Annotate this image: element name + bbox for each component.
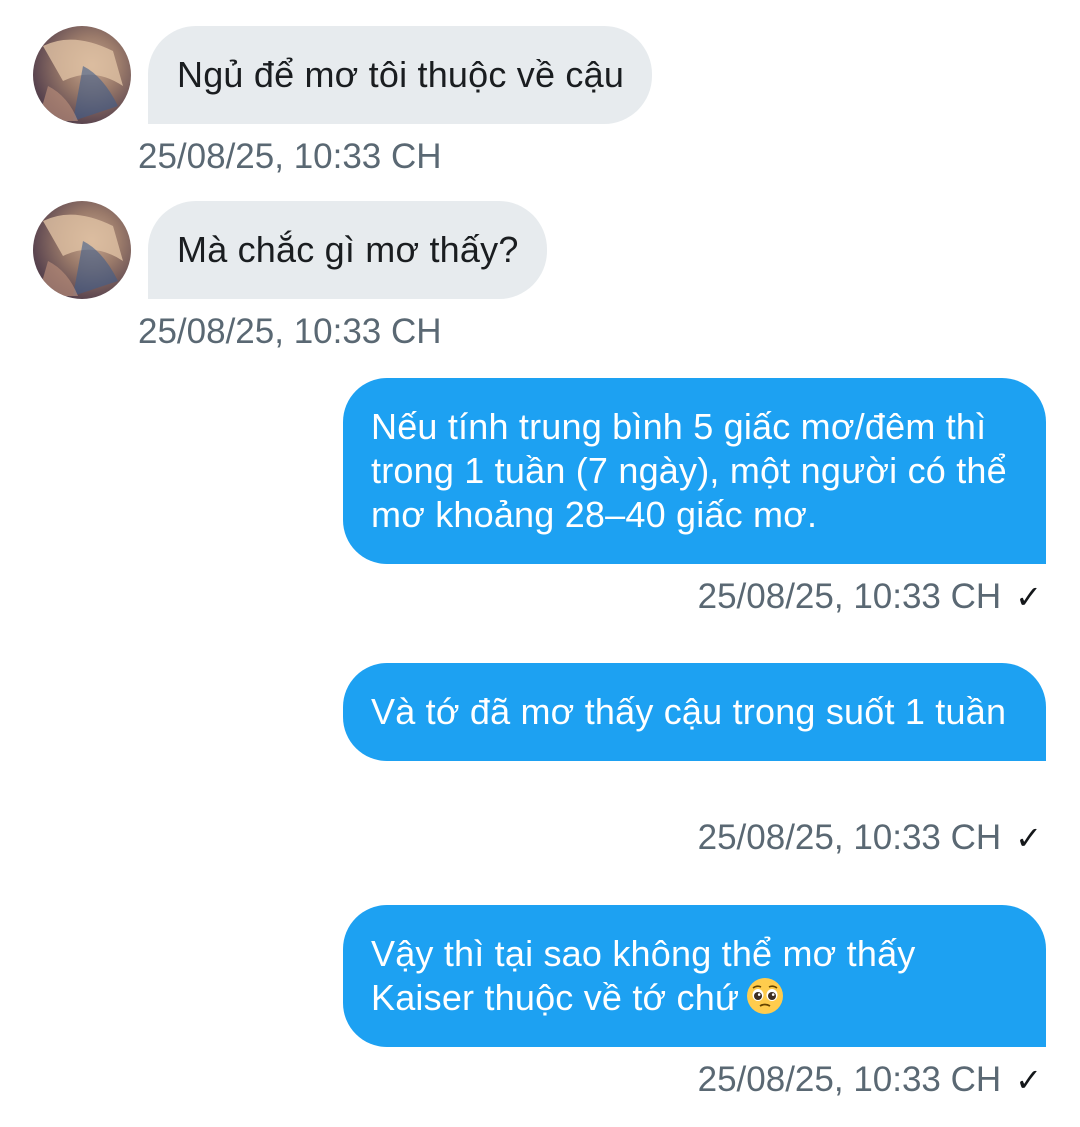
message-text: Mà chắc gì mơ thấy? xyxy=(177,229,519,270)
sender-avatar[interactable] xyxy=(33,26,131,124)
message-timestamp: 25/08/25, 10:33 CH xyxy=(697,577,1002,616)
message-timestamp-row: 25/08/25, 10:33 CH ✓ xyxy=(698,818,1042,858)
message-text: Nếu tính trung bình 5 giấc mơ/đêm thì tr… xyxy=(371,406,1007,535)
sent-check-icon: ✓ xyxy=(1015,1062,1042,1098)
message-bubble-incoming[interactable]: Mà chắc gì mơ thấy? xyxy=(148,201,547,299)
sent-check-icon: ✓ xyxy=(1015,579,1042,615)
message-timestamp-row: 25/08/25, 10:33 CH ✓ xyxy=(698,577,1042,617)
message-text: Và tớ đã mơ thấy cậu trong suốt 1 tuần xyxy=(371,691,1007,732)
message-timestamp: 25/08/25, 10:33 CH xyxy=(697,818,1002,857)
message-timestamp: 25/08/25, 10:33 CH xyxy=(138,312,442,351)
sent-check-icon: ✓ xyxy=(1015,820,1042,856)
message-text: Vậy thì tại sao không thể mơ thấy Kaiser… xyxy=(371,933,916,1018)
message-bubble-outgoing[interactable]: Nếu tính trung bình 5 giấc mơ/đêm thì tr… xyxy=(343,378,1046,564)
message-timestamp: 25/08/25, 10:33 CH xyxy=(697,1060,1002,1099)
message-bubble-outgoing[interactable]: Và tớ đã mơ thấy cậu trong suốt 1 tuần xyxy=(343,663,1046,761)
pleading-face-icon xyxy=(745,976,785,1016)
message-bubble-incoming[interactable]: Ngủ để mơ tôi thuộc về cậu xyxy=(148,26,653,124)
message-timestamp: 25/08/25, 10:33 CH xyxy=(138,137,442,176)
sender-avatar[interactable] xyxy=(33,201,131,299)
message-timestamp-row: 25/08/25, 10:33 CH ✓ xyxy=(698,1060,1042,1100)
message-bubble-outgoing[interactable]: Vậy thì tại sao không thể mơ thấy Kaiser… xyxy=(343,905,1046,1047)
message-text: Ngủ để mơ tôi thuộc về cậu xyxy=(177,54,625,95)
